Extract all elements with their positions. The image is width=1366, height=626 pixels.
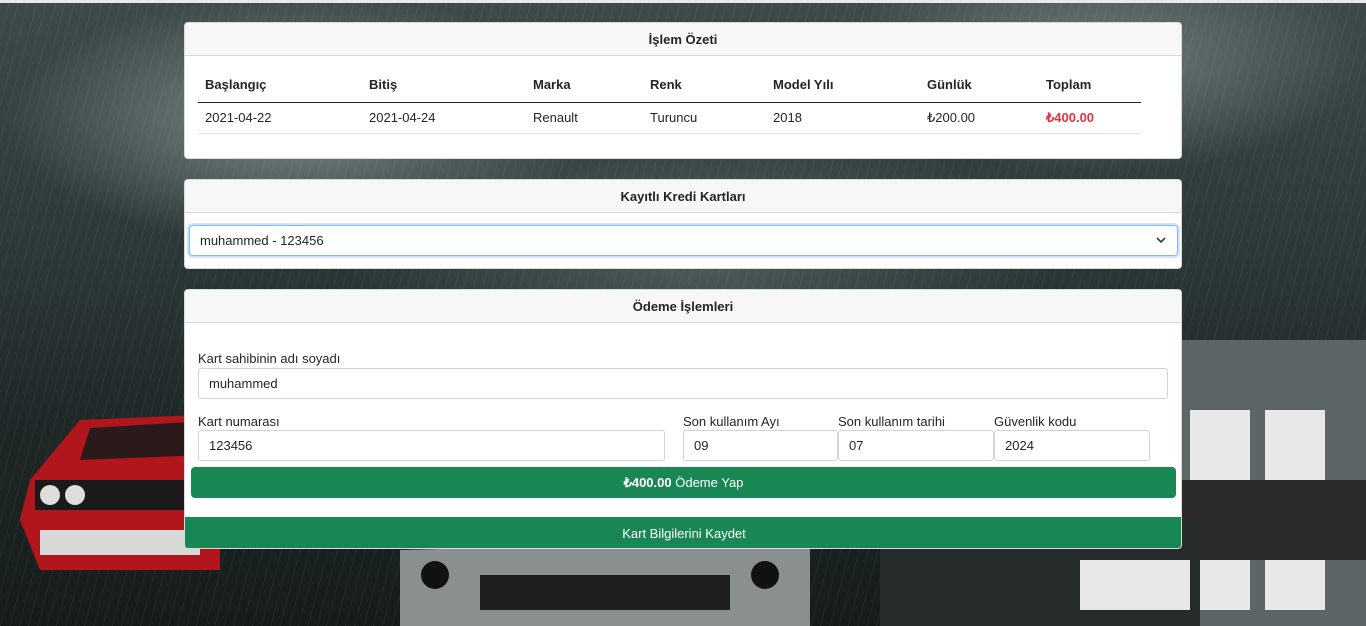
col-model-year: Model Yılı: [766, 68, 920, 103]
cvv-label: Güvenlik kodu: [994, 414, 1077, 429]
chevron-down-icon: [1156, 237, 1166, 244]
cell-total: ₺400.00: [1039, 102, 1141, 134]
card-holder-input[interactable]: muhammed: [198, 368, 1168, 399]
pay-label: Ödeme Yap: [675, 475, 744, 490]
transaction-summary-card: İşlem Özeti Başlangıç Bitiş Marka Renk M…: [184, 22, 1182, 159]
col-start: Başlangıç: [198, 68, 362, 103]
silver-car-image: [400, 540, 810, 626]
cell-start: 2021-04-22: [198, 102, 362, 134]
card-number-input[interactable]: 123456: [198, 430, 665, 461]
payment-header: Ödeme İşlemleri: [185, 290, 1181, 323]
pay-amount: ₺400.00: [623, 475, 672, 490]
saved-cards-card: Kayıtlı Kredi Kartları muhammed - 123456: [184, 179, 1182, 269]
cell-color: Turuncu: [643, 102, 766, 134]
cell-end: 2021-04-24: [362, 102, 526, 134]
col-daily: Günlük: [920, 68, 1039, 103]
col-end: Bitiş: [362, 68, 526, 103]
table-header-row: Başlangıç Bitiş Marka Renk Model Yılı Gü…: [198, 68, 1141, 103]
top-border: [0, 0, 1366, 3]
payment-card: Ödeme İşlemleri Kart sahibinin adı soyad…: [184, 289, 1182, 549]
expiry-month-input[interactable]: 09: [683, 430, 838, 461]
cvv-input[interactable]: 2024: [994, 430, 1150, 461]
expiry-month-label: Son kullanım Ayı: [683, 414, 780, 429]
card-number-label: Kart numarası: [198, 414, 280, 429]
cell-brand: Renault: [526, 102, 643, 134]
col-color: Renk: [643, 68, 766, 103]
summary-table: Başlangıç Bitiş Marka Renk Model Yılı Gü…: [198, 68, 1141, 134]
cell-model-year: 2018: [766, 102, 920, 134]
pay-button[interactable]: ₺400.00 Ödeme Yap: [191, 467, 1176, 498]
expiry-year-label: Son kullanım tarihi: [838, 414, 945, 429]
saved-cards-header: Kayıtlı Kredi Kartları: [185, 180, 1181, 213]
summary-header: İşlem Özeti: [185, 23, 1181, 56]
col-brand: Marka: [526, 68, 643, 103]
save-card-button[interactable]: Kart Bilgilerini Kaydet: [185, 517, 1181, 548]
expiry-year-input[interactable]: 07: [838, 430, 994, 461]
saved-card-select[interactable]: muhammed - 123456: [189, 225, 1178, 256]
saved-card-selected-value: muhammed - 123456: [200, 233, 324, 248]
col-total: Toplam: [1039, 68, 1141, 103]
grey-car-image: [1180, 340, 1366, 626]
table-row: 2021-04-22 2021-04-24 Renault Turuncu 20…: [198, 102, 1141, 134]
cell-daily: ₺200.00: [920, 102, 1039, 134]
holder-label: Kart sahibinin adı soyadı: [198, 351, 341, 366]
